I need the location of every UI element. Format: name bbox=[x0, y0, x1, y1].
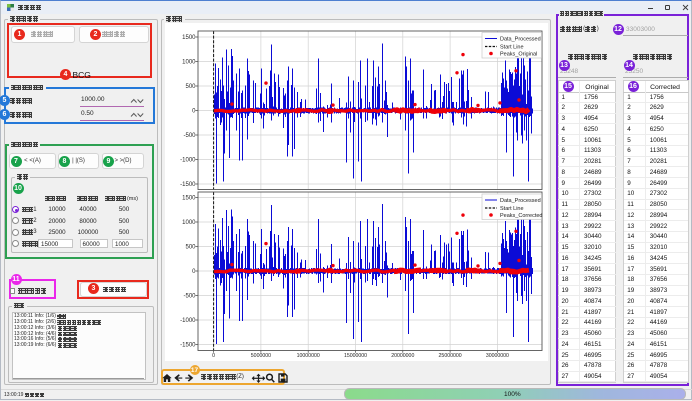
svg-text:-1000: -1000 bbox=[180, 158, 196, 164]
svg-text:25000000: 25000000 bbox=[439, 353, 462, 359]
svg-text:1000: 1000 bbox=[182, 220, 196, 226]
svg-text:-500: -500 bbox=[183, 133, 196, 139]
svg-text:-1000: -1000 bbox=[180, 318, 196, 324]
svg-text:-1500: -1500 bbox=[180, 182, 196, 188]
svg-text:1500: 1500 bbox=[182, 35, 196, 41]
svg-text:30000000: 30000000 bbox=[486, 353, 509, 359]
svg-text:Data_Processed: Data_Processed bbox=[500, 198, 541, 204]
svg-text:10000000: 10000000 bbox=[297, 353, 320, 359]
svg-text:1500: 1500 bbox=[182, 196, 196, 202]
svg-text:Start Line: Start Line bbox=[500, 44, 524, 50]
svg-text:Data_Processed: Data_Processed bbox=[500, 36, 541, 42]
svg-text:-500: -500 bbox=[183, 294, 196, 300]
svg-text:20000000: 20000000 bbox=[391, 353, 414, 359]
svg-text:Start Line: Start Line bbox=[500, 206, 524, 212]
svg-text:1000: 1000 bbox=[182, 60, 196, 66]
svg-text:500: 500 bbox=[185, 84, 196, 90]
svg-text:Peaks_Original: Peaks_Original bbox=[500, 51, 537, 57]
svg-text:15000000: 15000000 bbox=[344, 353, 367, 359]
svg-text:5000000: 5000000 bbox=[251, 353, 271, 359]
svg-text:Peaks_Corrected: Peaks_Corrected bbox=[500, 213, 543, 219]
svg-text:-1500: -1500 bbox=[180, 343, 196, 349]
svg-text:500: 500 bbox=[185, 245, 196, 251]
svg-text:0: 0 bbox=[212, 353, 215, 359]
